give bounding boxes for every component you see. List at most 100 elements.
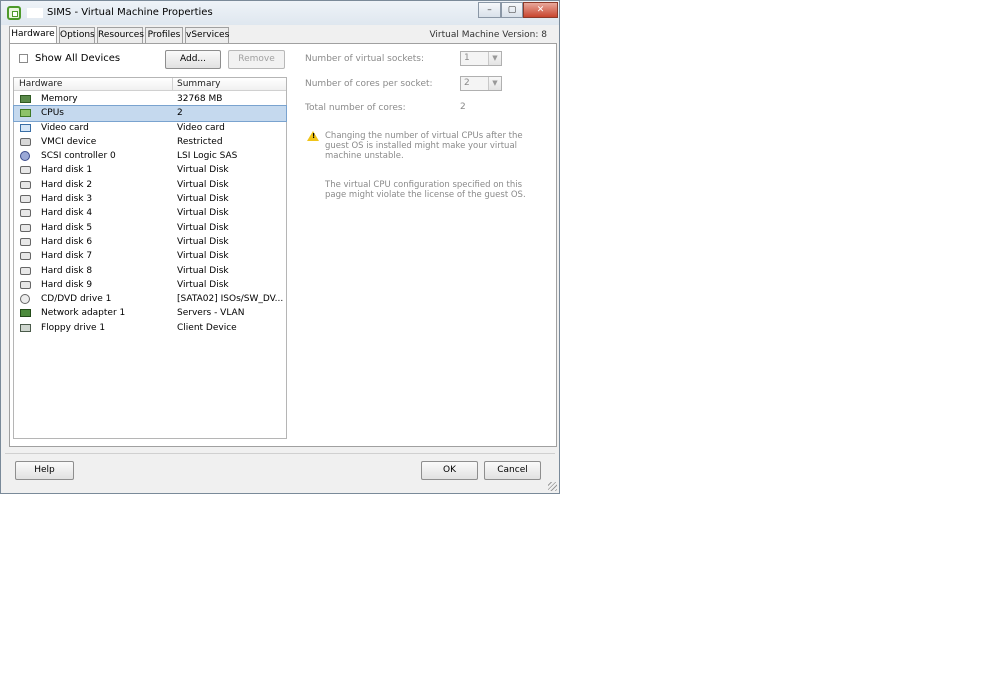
- add-device-button[interactable]: Add...: [165, 50, 221, 69]
- cpu-change-warning: Changing the number of virtual CPUs afte…: [325, 131, 523, 161]
- chevron-down-icon[interactable]: ▼: [488, 52, 501, 65]
- scsi-controller-icon: [20, 151, 30, 162]
- hardware-name: Hard disk 6: [41, 236, 93, 247]
- total-cores-value: 2: [460, 102, 466, 112]
- window-title: SIMS - Virtual Machine Properties: [47, 7, 213, 18]
- hardware-name: Hard disk 3: [41, 194, 93, 205]
- hard-disk-icon: [20, 195, 31, 204]
- cores-per-socket-select[interactable]: 2 ▼: [460, 76, 502, 91]
- remove-device-button[interactable]: Remove: [228, 50, 285, 69]
- hardware-summary: Servers - VLAN: [177, 308, 245, 319]
- hardware-name: Hard disk 2: [41, 179, 93, 190]
- license-note: The virtual CPU configuration specified …: [325, 180, 526, 200]
- hardware-name: Memory: [41, 94, 78, 104]
- memory-icon: [20, 95, 31, 103]
- hardware-summary: Virtual Disk: [177, 265, 229, 276]
- hardware-row-video-card[interactable]: Video card Video card: [14, 121, 286, 135]
- hardware-list-area: Show All Devices Add... Remove Hardware …: [11, 49, 287, 439]
- column-divider[interactable]: [172, 78, 173, 90]
- hardware-summary: Restricted: [177, 136, 223, 147]
- sockets-select[interactable]: 1 ▼: [460, 51, 502, 66]
- minimize-icon: –: [487, 5, 492, 15]
- hardware-list-header: Hardware Summary: [14, 78, 286, 91]
- close-icon: ✕: [536, 5, 545, 15]
- hardware-row-network-adapter[interactable]: Network adapter 1 Servers - VLAN: [14, 306, 286, 320]
- tab-resources[interactable]: Resources: [97, 27, 144, 43]
- hardware-name: Video card: [41, 122, 89, 133]
- hard-disk-icon: [20, 166, 31, 175]
- maximize-button[interactable]: ▢: [501, 2, 523, 18]
- help-button[interactable]: Help: [15, 461, 74, 480]
- hard-disk-icon: [20, 252, 31, 261]
- cancel-button[interactable]: Cancel: [484, 461, 541, 480]
- cpu-settings-area: Number of virtual sockets: 1 ▼ Number of…: [297, 49, 547, 439]
- hardware-list: Hardware Summary Memory 32768 MB CPUs 2 Vi…: [13, 77, 287, 439]
- warning-icon: [307, 131, 319, 141]
- sockets-label: Number of virtual sockets:: [305, 54, 425, 64]
- hardware-row-hard-disk-6[interactable]: Hard disk 6 Virtual Disk: [14, 235, 286, 249]
- hard-disk-icon: [20, 180, 31, 189]
- vmci-device-icon: [20, 137, 31, 146]
- ok-button[interactable]: OK: [421, 461, 478, 480]
- resize-grip-icon[interactable]: [548, 482, 557, 491]
- hard-disk-icon: [20, 280, 31, 289]
- hardware-row-hard-disk-9[interactable]: Hard disk 9 Virtual Disk: [14, 278, 286, 292]
- hardware-name: Hard disk 4: [41, 208, 93, 219]
- hardware-summary: Virtual Disk: [177, 165, 229, 176]
- hardware-row-cd-dvd-drive[interactable]: CD/DVD drive 1 [SATA02] ISOs/SW_DV...: [14, 292, 286, 306]
- hardware-row-cpus[interactable]: CPUs 2: [13, 105, 287, 122]
- vm-version-label: Virtual Machine Version: 8: [429, 30, 547, 40]
- hardware-row-hard-disk-5[interactable]: Hard disk 5 Virtual Disk: [14, 221, 286, 235]
- hardware-name: VMCI device: [41, 136, 97, 147]
- hard-disk-icon: [20, 209, 31, 218]
- hardware-name: Floppy drive 1: [41, 322, 106, 333]
- hard-disk-icon: [20, 237, 31, 246]
- tab-profiles[interactable]: Profiles: [145, 27, 183, 43]
- hardware-row-memory[interactable]: Memory 32768 MB: [14, 92, 286, 106]
- hardware-summary: Virtual Disk: [177, 251, 229, 262]
- hardware-row-vmci-device[interactable]: VMCI device Restricted: [14, 135, 286, 149]
- show-all-devices-checkbox[interactable]: [19, 54, 28, 63]
- close-button[interactable]: ✕: [523, 2, 558, 18]
- column-header-summary[interactable]: Summary: [177, 79, 221, 89]
- hardware-row-scsi-controller[interactable]: SCSI controller 0 LSI Logic SAS: [14, 149, 286, 163]
- show-all-devices-label: Show All Devices: [35, 53, 121, 64]
- hardware-rows: Memory 32768 MB CPUs 2 Video card Video car…: [13, 92, 287, 335]
- hardware-row-hard-disk-2[interactable]: Hard disk 2 Virtual Disk: [14, 178, 286, 192]
- hardware-summary: Virtual Disk: [177, 194, 229, 205]
- chevron-down-icon[interactable]: ▼: [488, 77, 501, 90]
- hardware-row-hard-disk-4[interactable]: Hard disk 4 Virtual Disk: [14, 206, 286, 220]
- hardware-row-hard-disk-8[interactable]: Hard disk 8 Virtual Disk: [14, 264, 286, 278]
- hard-disk-icon: [20, 223, 31, 232]
- hardware-row-hard-disk-3[interactable]: Hard disk 3 Virtual Disk: [14, 192, 286, 206]
- video-card-icon: [20, 123, 31, 132]
- total-cores-label: Total number of cores:: [305, 103, 406, 113]
- floppy-drive-icon: [20, 323, 31, 332]
- maximize-icon: ▢: [507, 5, 517, 15]
- minimize-button[interactable]: –: [478, 2, 501, 18]
- hardware-summary: Virtual Disk: [177, 222, 229, 233]
- cores-per-socket-label: Number of cores per socket:: [305, 79, 433, 89]
- cpu-icon: [20, 109, 31, 118]
- vm-properties-window: SIMS - Virtual Machine Properties – ▢ ✕ …: [0, 0, 560, 494]
- sockets-value: 1: [464, 53, 470, 63]
- hardware-name: Hard disk 5: [41, 222, 93, 233]
- cd-dvd-drive-icon: [20, 294, 30, 305]
- network-adapter-icon: [20, 309, 31, 318]
- hardware-row-floppy-drive[interactable]: Floppy drive 1 Client Device: [14, 321, 286, 335]
- hardware-summary: Client Device: [177, 322, 237, 333]
- cores-per-socket-value: 2: [464, 78, 470, 88]
- column-header-hardware[interactable]: Hardware: [19, 79, 62, 89]
- hardware-summary: LSI Logic SAS: [177, 151, 238, 162]
- hardware-name: CPUs: [41, 108, 64, 119]
- hardware-summary: Video card: [177, 122, 225, 133]
- hardware-name: Network adapter 1: [41, 308, 126, 319]
- hardware-row-hard-disk-1[interactable]: Hard disk 1 Virtual Disk: [14, 163, 286, 177]
- tab-hardware[interactable]: Hardware: [9, 26, 57, 43]
- tab-options[interactable]: Options: [59, 27, 95, 43]
- title-bar[interactable]: SIMS - Virtual Machine Properties – ▢ ✕: [1, 1, 559, 25]
- hardware-name: Hard disk 8: [41, 265, 93, 276]
- tab-vservices[interactable]: vServices: [185, 27, 229, 43]
- redacted-title-prefix: [27, 8, 43, 18]
- hardware-row-hard-disk-7[interactable]: Hard disk 7 Virtual Disk: [14, 249, 286, 263]
